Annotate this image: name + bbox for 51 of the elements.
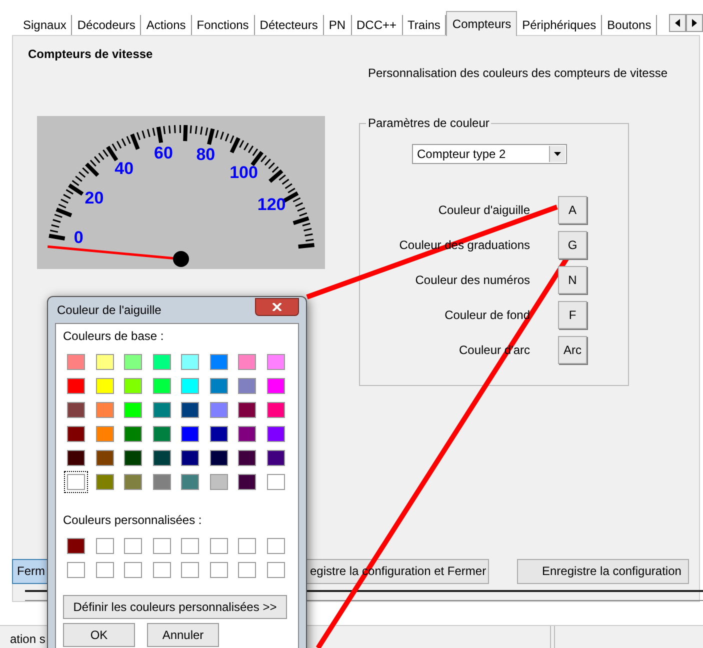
color-swatch[interactable] [266, 562, 284, 578]
section-title: Compteurs de vitesse [28, 47, 154, 61]
dropdown-arrow-icon [554, 152, 561, 156]
color-swatch[interactable] [238, 562, 256, 578]
color-swatch[interactable] [152, 538, 170, 554]
color-swatch[interactable] [67, 562, 85, 578]
gauge-number: 20 [84, 188, 104, 208]
color-swatch[interactable] [210, 538, 228, 554]
tab[interactable]: Compteurs [446, 11, 518, 36]
color-swatch[interactable] [266, 538, 284, 554]
color-label: Couleur des numéros [415, 273, 530, 287]
gauge-number: 60 [154, 144, 173, 162]
color-swatch[interactable] [210, 562, 228, 578]
color-swatch[interactable] [96, 562, 114, 578]
scroll-right-button[interactable] [686, 14, 703, 32]
group-legend: Paramètres de couleur [366, 116, 492, 130]
cancel-button[interactable]: Annuler [147, 623, 219, 647]
color-swatch[interactable] [67, 538, 85, 554]
tab[interactable]: DCC++ [352, 15, 403, 35]
color-swatch[interactable] [181, 562, 199, 578]
close-icon [272, 303, 282, 311]
right-arrow-icon [692, 19, 697, 27]
color-swatch[interactable] [181, 538, 199, 554]
color-label: Couleur d'aiguille [438, 203, 530, 217]
ok-button[interactable]: OK [63, 623, 135, 647]
color-button[interactable]: F [558, 301, 587, 329]
color-swatch[interactable] [124, 562, 142, 578]
color-swatch[interactable] [96, 538, 114, 554]
left-arrow-icon [675, 19, 680, 27]
gauge-number: 80 [196, 144, 216, 164]
color-button[interactable]: N [558, 266, 587, 294]
color-swatch[interactable] [238, 538, 256, 554]
scroll-left-button[interactable] [669, 14, 686, 32]
color-button[interactable]: A [558, 196, 587, 224]
color-swatch[interactable] [124, 538, 142, 554]
color-swatch[interactable] [152, 562, 170, 578]
custom-colors-label: Couleurs personnalisées : [63, 513, 203, 527]
base-colors-label: Couleurs de base : [63, 329, 165, 343]
dialog-title: Couleur de l'aiguille [57, 303, 162, 317]
action-button[interactable]: Enregistre la configuration [517, 558, 689, 584]
type-dropdown[interactable]: Compteur type 2 [412, 144, 567, 164]
section-subtitle: Personnalisation des couleurs des compteurs de vitesse [368, 66, 668, 80]
define-colors-button[interactable]: Définir les couleurs personnalisées >> [63, 595, 287, 619]
gauge-number: 100 [230, 163, 258, 182]
tab[interactable]: Trains [402, 15, 446, 35]
gauge-number: 0 [74, 228, 84, 247]
color-button[interactable]: Arc [558, 336, 587, 364]
gauge-number: 120 [257, 194, 286, 214]
gauge-number: 40 [114, 158, 134, 178]
color-button[interactable]: G [558, 231, 587, 259]
close-button[interactable] [255, 298, 299, 316]
